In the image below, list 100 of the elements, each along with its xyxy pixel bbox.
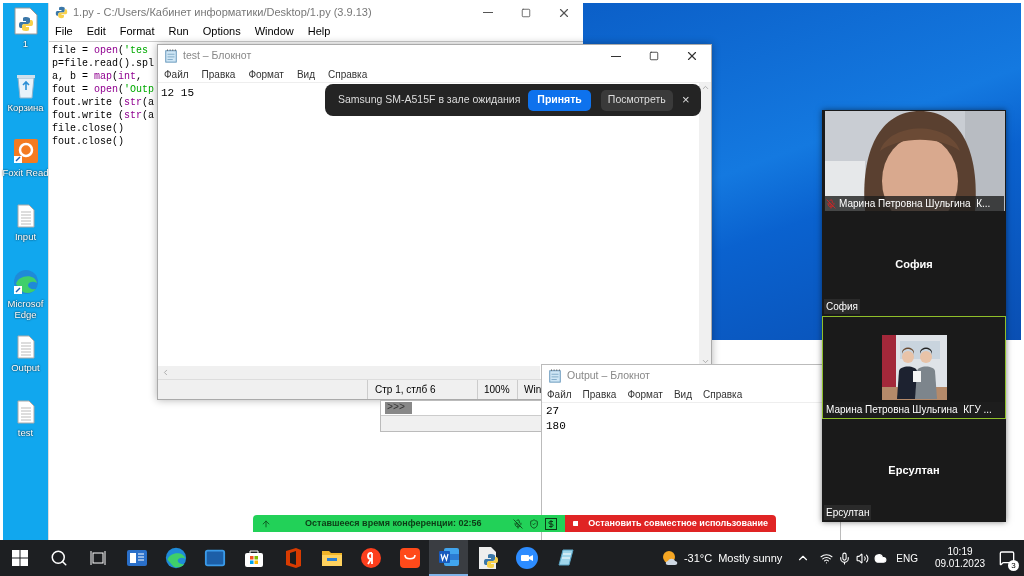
python-file-icon xyxy=(12,7,39,35)
video-tile[interactable]: Марина Петровна Шульгина КГУ ... xyxy=(822,316,1006,419)
menu-item[interactable]: Справка xyxy=(328,67,368,82)
scroll-up-icon xyxy=(700,83,710,92)
accept-button[interactable]: Принять xyxy=(528,89,591,111)
folder-icon xyxy=(320,549,343,567)
yandex-icon xyxy=(360,548,381,568)
edge-icon xyxy=(164,547,187,569)
python-icon xyxy=(55,6,68,19)
status-text: Win xyxy=(524,383,542,397)
participant-label: Марина Петровна Шульгина К... xyxy=(839,197,991,211)
clock[interactable]: 10:19 09.01.2023 xyxy=(930,546,990,570)
mic-icon[interactable] xyxy=(838,551,852,565)
menu-item[interactable]: Run xyxy=(168,23,189,40)
windows-icon xyxy=(11,550,28,566)
text-content: 12 15 xyxy=(161,86,194,101)
code-line: a, b = map(int, xyxy=(52,70,143,83)
video-tile[interactable]: София София xyxy=(822,213,1006,316)
foxit-icon xyxy=(12,138,39,164)
close-icon xyxy=(685,49,699,63)
weather-icon xyxy=(661,550,680,566)
menu-item[interactable]: Вид xyxy=(673,387,692,402)
code-line: p=file.read().spl xyxy=(52,57,155,70)
menu-item[interactable]: Вид xyxy=(296,67,315,82)
stop-icon xyxy=(573,520,579,527)
code-line: fout.close() xyxy=(52,135,124,148)
status-text: Стр 1, стлб 6 xyxy=(375,383,436,397)
minimize-icon xyxy=(483,12,493,13)
maximize-icon xyxy=(649,51,659,61)
code-line: fout.write (str(a xyxy=(52,96,155,109)
notepad-icon xyxy=(548,369,562,383)
view-button[interactable]: Посмотреть xyxy=(600,89,673,111)
shell-prompt: >>> xyxy=(385,402,412,414)
document-icon xyxy=(16,400,35,424)
menu-item[interactable]: Правка xyxy=(201,67,236,82)
status-text: 100% xyxy=(484,383,510,397)
office-icon xyxy=(283,547,302,569)
stop-sharing-button[interactable]: Остановить совместное использование xyxy=(565,515,776,532)
python-document-icon xyxy=(476,546,499,570)
vertical-scrollbar[interactable] xyxy=(699,83,711,366)
menu-item[interactable]: Файл xyxy=(164,67,189,82)
wifi-icon[interactable] xyxy=(820,551,834,565)
horizontal-scrollbar[interactable] xyxy=(158,366,540,379)
minimize-icon xyxy=(611,55,621,57)
code-line: file = open('tes xyxy=(52,44,149,57)
shopping-bag-icon xyxy=(399,548,420,568)
menu-item[interactable]: Формат xyxy=(248,67,284,82)
code-line: fout.write (str(a xyxy=(52,109,155,122)
zoom-icon xyxy=(515,547,538,569)
participant-label: Ерсултан xyxy=(826,506,870,520)
cloud-icon[interactable] xyxy=(874,551,888,565)
text-line: 180 xyxy=(546,419,566,434)
notepad-icon xyxy=(164,49,178,63)
text-line: 27 xyxy=(546,404,560,419)
window-title: Output – Блокнот xyxy=(567,368,650,384)
code-line: file.close() xyxy=(52,122,124,135)
participant-label: София xyxy=(826,300,858,314)
volume-icon[interactable] xyxy=(856,551,870,565)
window-title: 1.py - C:/Users/Кабинет информатики/Desktop/1.py (3.9.13) xyxy=(73,5,372,21)
task-view-icon xyxy=(89,550,106,566)
menu-item[interactable]: Window xyxy=(254,23,294,40)
recycle-bin-icon xyxy=(14,72,37,99)
language-indicator[interactable]: ENG xyxy=(896,550,918,566)
store-icon xyxy=(243,548,264,568)
code-line: fout = open('Outp xyxy=(52,83,155,96)
arrow-icon xyxy=(261,518,271,529)
participant-name: София xyxy=(895,257,933,273)
menu-item[interactable]: Файл xyxy=(547,387,572,402)
scroll-down-icon xyxy=(700,357,710,366)
menu-item[interactable]: Help xyxy=(307,23,331,40)
menu-item[interactable]: Edit xyxy=(86,23,106,40)
maximize-icon xyxy=(521,7,531,18)
participant-name: Ерсултан xyxy=(888,463,940,479)
dollar-icon xyxy=(545,517,557,530)
video-tile[interactable]: Ерсултан Ерсултан xyxy=(822,419,1006,522)
video-tile[interactable]: Марина Петровна Шульгина К... xyxy=(822,110,1006,213)
word-icon xyxy=(437,547,460,567)
meeting-timer: Оставшееся время конференции: 02:56 xyxy=(305,516,482,530)
notification-count: 3 xyxy=(1008,560,1019,571)
notifications-icon[interactable] xyxy=(999,550,1015,566)
menu-item[interactable]: Правка xyxy=(582,387,617,402)
temperature: -31°C xyxy=(683,550,713,566)
participant-label: Марина Петровна Шульгина КГУ ... xyxy=(826,403,992,417)
document-icon xyxy=(16,203,35,228)
menu-item[interactable]: Формат xyxy=(627,387,663,402)
scroll-left-icon xyxy=(161,368,170,377)
weather-text: Mostly sunny xyxy=(718,550,783,566)
close-button[interactable]: × xyxy=(678,90,693,110)
menu-item[interactable]: Options xyxy=(202,23,241,40)
document-icon xyxy=(16,334,35,359)
notification-text: Samsung SM-A515F в зале ожидания xyxy=(338,92,521,108)
news-icon xyxy=(125,549,148,567)
menu-item[interactable]: Справка xyxy=(703,387,743,402)
search-icon xyxy=(49,549,68,567)
menu-item[interactable]: File xyxy=(55,23,73,40)
menu-item[interactable]: Format xyxy=(119,23,155,40)
edge-icon xyxy=(12,269,39,295)
shield-icon xyxy=(529,518,539,529)
window-title: test – Блокнот xyxy=(183,48,252,64)
muted-mic-icon xyxy=(513,518,523,529)
